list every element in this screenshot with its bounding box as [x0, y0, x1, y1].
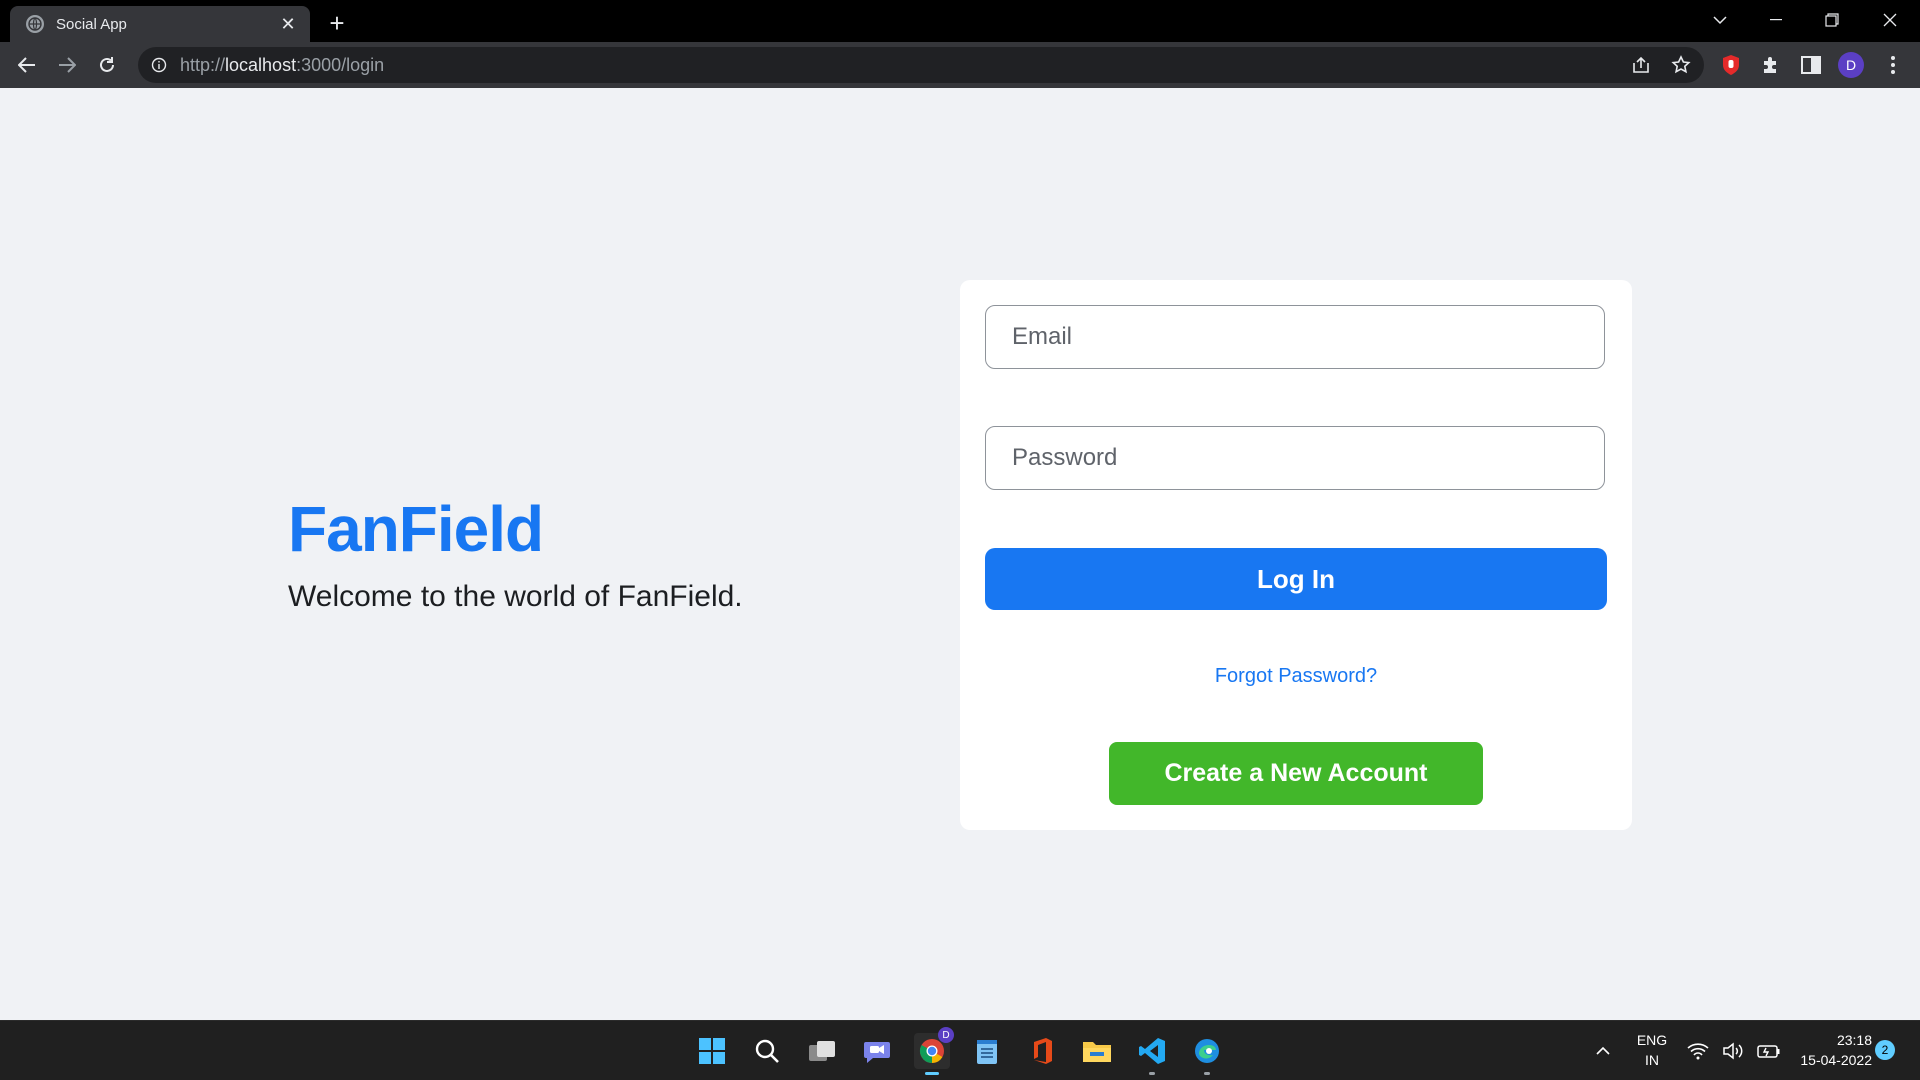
menu-kebab-icon[interactable] [1878, 50, 1908, 80]
login-button[interactable]: Log In [985, 548, 1607, 610]
edge-icon[interactable] [1189, 1033, 1225, 1075]
tab-search-chevron-icon[interactable] [1692, 0, 1748, 40]
forgot-password-link[interactable]: Forgot Password? [960, 665, 1632, 688]
running-indicator [1204, 1072, 1210, 1075]
profile-initial: D [1838, 52, 1864, 78]
email-input[interactable] [985, 305, 1605, 369]
minimize-button[interactable] [1748, 0, 1804, 40]
browser-tab-strip: Social App ✕ + [0, 0, 1920, 42]
browser-tab[interactable]: Social App ✕ [10, 6, 310, 42]
tagline: Welcome to the world of FanField. [288, 580, 743, 613]
url-scheme: http:// [180, 54, 226, 75]
clock[interactable]: 23:18 15-04-2022 [1782, 1030, 1872, 1070]
profile-avatar[interactable]: D [1836, 50, 1866, 80]
extensions-puzzle-icon[interactable] [1756, 50, 1786, 80]
volume-icon [1723, 1042, 1743, 1060]
login-card: Log In Forgot Password? Create a New Acc… [960, 280, 1632, 830]
address-bar[interactable]: http://localhost:3000/login [138, 47, 1704, 83]
chrome-icon[interactable]: D [914, 1027, 954, 1075]
file-explorer-icon[interactable] [1079, 1033, 1115, 1069]
clock-date: 15-04-2022 [1800, 1052, 1872, 1068]
globe-icon [26, 15, 44, 33]
region-code: IN [1645, 1052, 1659, 1068]
active-indicator [925, 1072, 939, 1075]
notification-badge[interactable]: 2 [1875, 1040, 1895, 1060]
side-panel-icon[interactable] [1796, 50, 1826, 80]
vscode-icon[interactable] [1134, 1033, 1170, 1075]
new-tab-button[interactable]: + [323, 8, 351, 38]
wifi-icon [1687, 1043, 1709, 1060]
battery-icon [1757, 1045, 1780, 1058]
create-account-button[interactable]: Create a New Account [1109, 742, 1483, 805]
extension-red-hand-icon[interactable] [1716, 50, 1746, 80]
share-icon[interactable] [1626, 50, 1656, 80]
taskbar: D ENG IN 23:18 15-04-2022 [0, 1020, 1920, 1080]
site-info-icon[interactable] [150, 56, 168, 74]
password-input[interactable] [985, 426, 1605, 490]
clock-time: 23:18 [1836, 1032, 1872, 1048]
brand-logo-text: FanField [288, 493, 544, 565]
restore-button[interactable] [1804, 0, 1860, 40]
reload-icon[interactable] [92, 50, 122, 80]
chrome-profile-badge: D [938, 1027, 954, 1043]
teams-chat-icon[interactable] [859, 1033, 895, 1069]
close-window-button[interactable] [1862, 0, 1918, 40]
tab-title: Social App [56, 15, 127, 33]
task-view-icon[interactable] [804, 1033, 840, 1069]
url-host: localhost [225, 54, 297, 75]
quick-settings[interactable] [1680, 1033, 1788, 1069]
back-arrow-icon[interactable] [12, 50, 42, 80]
bookmark-star-icon[interactable] [1666, 50, 1696, 80]
language-code: ENG [1636, 1032, 1668, 1048]
windows-start-icon[interactable] [694, 1033, 730, 1069]
office-icon[interactable] [1024, 1033, 1060, 1069]
language-indicator[interactable]: ENG IN [1630, 1030, 1674, 1070]
tab-close-icon[interactable]: ✕ [276, 12, 300, 36]
forward-arrow-icon[interactable] [52, 50, 82, 80]
notepad-icon[interactable] [969, 1033, 1005, 1069]
search-icon[interactable] [749, 1033, 785, 1069]
browser-toolbar: http://localhost:3000/login D [0, 42, 1920, 88]
url-text: http://localhost:3000/login [180, 55, 384, 76]
url-path: :3000/login [296, 54, 385, 75]
show-hidden-icons-chevron-icon[interactable] [1585, 1033, 1621, 1069]
running-indicator [1149, 1072, 1155, 1075]
